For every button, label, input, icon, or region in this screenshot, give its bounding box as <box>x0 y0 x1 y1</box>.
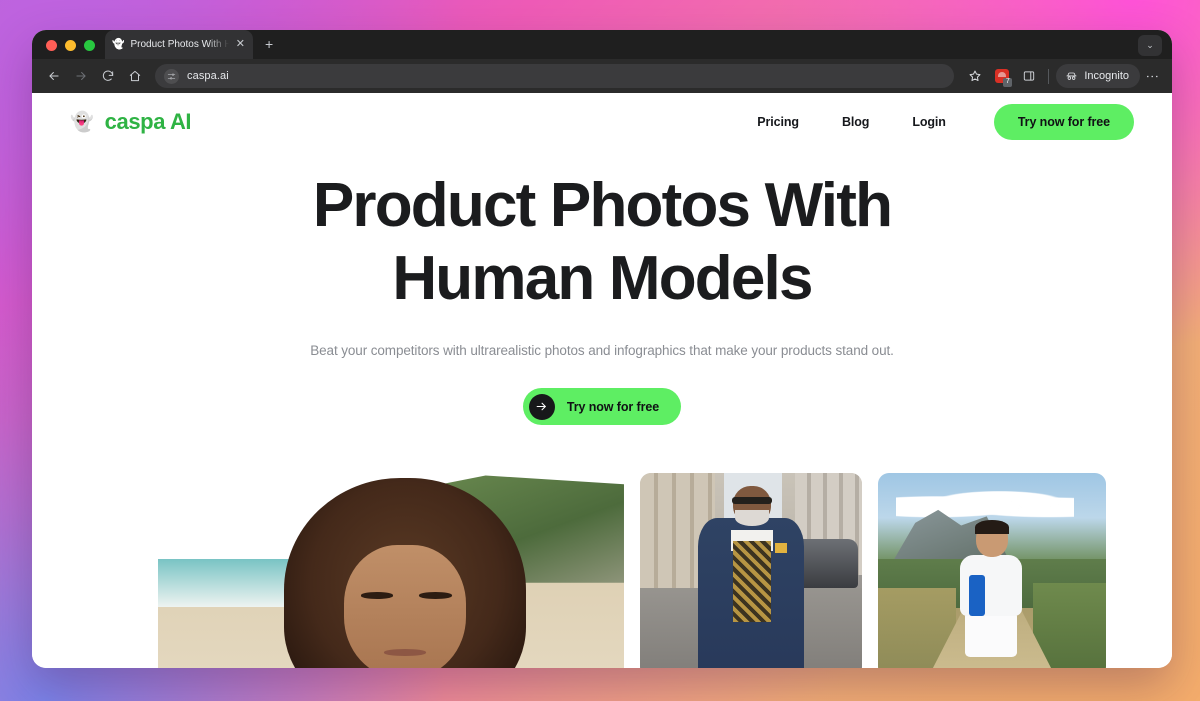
new-tab-button[interactable]: + <box>253 36 283 59</box>
site-logo[interactable]: 👻 caspa AI <box>70 109 192 135</box>
close-tab-button[interactable]: ✕ <box>235 39 246 50</box>
reload-icon[interactable] <box>95 64 120 89</box>
hero-title-line-1: Product Photos With <box>312 171 893 240</box>
site-settings-tune-icon[interactable] <box>164 68 179 84</box>
nav-item-blog[interactable]: Blog <box>842 115 869 129</box>
close-window-button[interactable] <box>46 40 57 51</box>
tab-title: Product Photos With Human M <box>130 39 229 50</box>
ghost-favicon-icon: 👻 <box>112 38 125 50</box>
header-try-now-button[interactable]: Try now for free <box>993 104 1134 140</box>
hero-cta-label: Try now for free <box>566 399 660 414</box>
page-title: Product Photos With Human Models <box>32 169 1172 315</box>
ghost-logo-icon: 👻 <box>70 111 94 133</box>
bookmark-star-icon[interactable] <box>962 64 987 89</box>
browser-tab-bar: 👻 Product Photos With Human M ✕ + ⌄ <box>32 30 1172 59</box>
window-controls[interactable] <box>40 40 105 59</box>
minimize-window-button[interactable] <box>65 40 76 51</box>
hero-title-line-2: Human Models <box>392 244 813 314</box>
browser-window: 👻 Product Photos With Human M ✕ + ⌄ casp… <box>32 30 1172 668</box>
photo-gallery <box>32 473 1172 668</box>
logo-text: caspa AI <box>104 109 192 134</box>
arrow-right-icon <box>528 393 555 420</box>
nav-item-pricing[interactable]: Pricing <box>757 115 799 129</box>
toolbar-divider <box>1048 68 1050 84</box>
address-bar-input[interactable]: caspa.ai <box>187 70 229 82</box>
incognito-indicator[interactable]: Incognito <box>1056 64 1140 88</box>
trail-runner-photo[interactable] <box>878 473 1106 668</box>
side-panel-icon[interactable] <box>1016 64 1041 89</box>
maximize-window-button[interactable] <box>84 40 95 51</box>
site-header: 👻 caspa AI Pricing Blog Login Try now fo… <box>32 93 1172 151</box>
page-content: 👻 caspa AI Pricing Blog Login Try now fo… <box>32 93 1172 668</box>
suited-man-street-photo[interactable] <box>640 473 862 668</box>
address-bar[interactable]: caspa.ai <box>155 64 955 88</box>
hero-try-now-button[interactable]: Try now for free <box>522 388 682 426</box>
nav-item-login[interactable]: Login <box>912 115 946 129</box>
beach-portrait-photo[interactable] <box>158 473 624 668</box>
extension-icon[interactable]: 7 <box>989 64 1014 89</box>
forward-arrow-icon[interactable] <box>68 64 93 89</box>
browser-toolbar: caspa.ai 7 Incognito ⋮ <box>32 59 1172 93</box>
incognito-label: Incognito <box>1084 70 1129 82</box>
main-navigation: Pricing Blog Login Try now for free <box>757 104 1134 140</box>
back-arrow-icon[interactable] <box>41 64 66 89</box>
browser-tab[interactable]: 👻 Product Photos With Human M ✕ <box>105 30 253 59</box>
tab-search-chevron-down-icon[interactable]: ⌄ <box>1138 35 1162 56</box>
home-icon[interactable] <box>122 64 147 89</box>
hero-section: Product Photos With Human Models Beat yo… <box>32 151 1172 426</box>
hero-subtitle: Beat your competitors with ultrarealisti… <box>310 343 894 359</box>
extension-badge-count: 7 <box>1003 77 1013 87</box>
browser-menu-button[interactable]: ⋮ <box>1142 70 1163 83</box>
